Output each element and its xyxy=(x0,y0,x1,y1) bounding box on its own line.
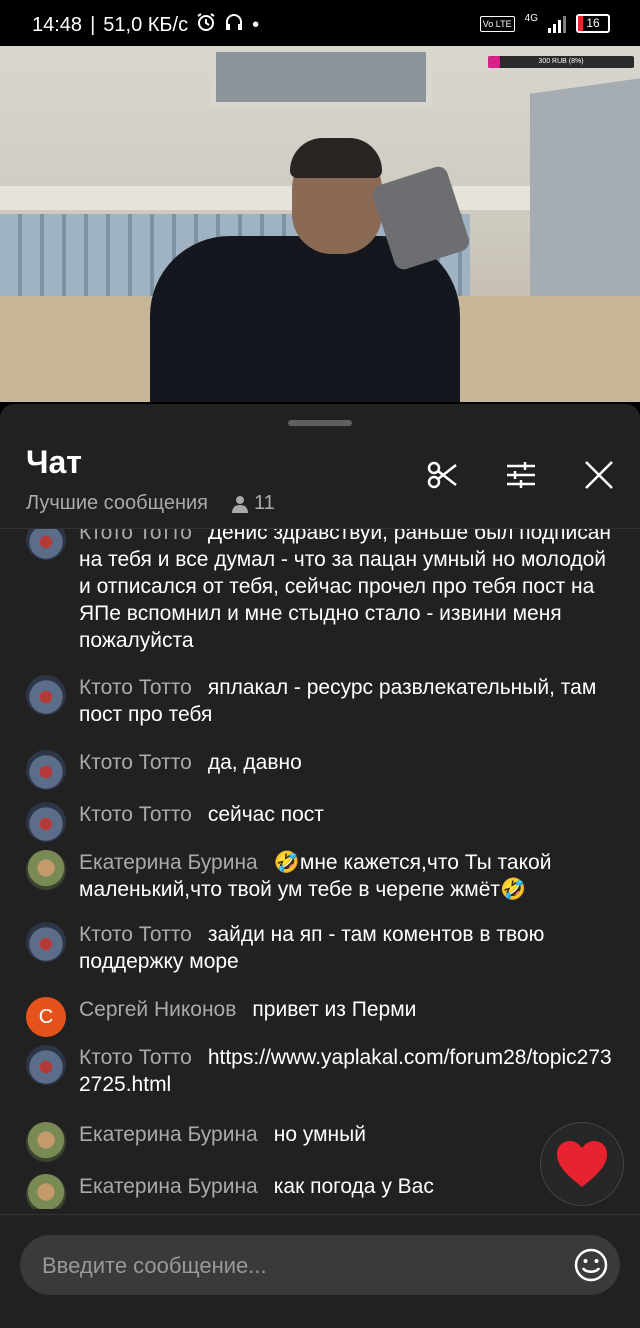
avatar[interactable] xyxy=(26,922,66,962)
message-text: да, давно xyxy=(207,751,302,774)
message-text: сейчас пост xyxy=(207,803,324,826)
message-author[interactable]: Екатерина Бурина xyxy=(79,1175,258,1198)
chat-message[interactable]: Ктото Тотто яплакал - ресурс развлекатель… xyxy=(26,674,626,728)
heart-reaction-button[interactable] xyxy=(540,1122,624,1206)
status-right: Vo LTE 4G 16 xyxy=(479,13,610,33)
message-body: Ктото Тотто https://www.yaplakal.com/foru… xyxy=(79,1044,619,1098)
viewer-count: 11 xyxy=(232,492,275,515)
chat-filter[interactable]: Лучшие сообщения 11 xyxy=(26,492,275,515)
message-body: Екатерина Бурина как погода у Вас xyxy=(79,1173,619,1209)
avatar[interactable] xyxy=(26,1174,66,1209)
chat-message[interactable]: Екатерина Бурина как погода у Вас xyxy=(26,1173,626,1209)
avatar[interactable] xyxy=(26,529,66,560)
message-input-wrapper[interactable] xyxy=(20,1235,620,1297)
message-author[interactable]: Ктото Тотто xyxy=(79,803,192,826)
avatar[interactable] xyxy=(26,1045,66,1085)
notification-dot-icon: • xyxy=(252,13,260,36)
avatar[interactable] xyxy=(26,1122,66,1162)
message-text: но умный xyxy=(273,1123,366,1146)
status-separator: | xyxy=(90,13,96,36)
tune-icon[interactable] xyxy=(502,456,540,494)
viewer-count-value: 11 xyxy=(254,492,275,514)
message-body: Ктото Тотто да, давно xyxy=(79,749,619,790)
signal-icon xyxy=(548,15,566,33)
chat-message[interactable]: Ктото Тотто https://www.yaplakal.com/foru… xyxy=(26,1044,626,1098)
chat-message-list[interactable]: Ктото Тотто Денис здравствуй, раньше был … xyxy=(0,529,640,1209)
message-author[interactable]: Ктото Тотто xyxy=(79,923,192,946)
network-speed: 51,0 КБ/с xyxy=(103,13,189,36)
message-body: Ктото Тотто яплакал - ресурс развлекатель… xyxy=(79,674,619,728)
message-author[interactable]: Ктото Тотто xyxy=(79,676,192,699)
close-icon[interactable] xyxy=(580,456,618,494)
alarm-icon xyxy=(196,12,216,38)
message-author[interactable]: Екатерина Бурина xyxy=(79,851,258,874)
drag-handle[interactable] xyxy=(288,420,352,426)
message-body: Екатерина Бурина но умный xyxy=(79,1121,619,1162)
message-author[interactable]: Ктото Тотто xyxy=(79,751,192,774)
avatar[interactable] xyxy=(26,750,66,790)
message-body: Сергей Никонов привет из Перми xyxy=(79,996,619,1037)
chat-message[interactable]: Ктото Тотто сейчас пост xyxy=(26,801,626,842)
chat-message[interactable]: С Сергей Никонов привет из Перми xyxy=(26,996,626,1037)
status-left: 14:48 | 51,0 КБ/с • xyxy=(32,12,259,38)
message-text: как погода у Вас xyxy=(273,1175,434,1198)
status-bar: 14:48 | 51,0 КБ/с • Vo LTE 4G 16 xyxy=(0,0,640,46)
chat-title: Чат xyxy=(26,444,82,480)
message-composer xyxy=(0,1214,640,1328)
message-author[interactable]: Екатерина Бурина xyxy=(79,1123,258,1146)
heart-icon xyxy=(557,1141,607,1187)
scissors-icon[interactable] xyxy=(424,456,462,494)
headphones-icon xyxy=(224,12,244,38)
person-icon xyxy=(232,495,248,513)
avatar[interactable]: С xyxy=(26,997,66,1037)
clock: 14:48 xyxy=(32,13,83,36)
chat-message[interactable]: Ктото Тотто да, давно xyxy=(26,749,626,790)
donation-progress-fill xyxy=(488,56,500,68)
network-type: 4G xyxy=(524,13,538,24)
message-text: Денис здравствуй, раньше был подписан на… xyxy=(79,529,611,652)
battery-level xyxy=(578,16,583,31)
chat-filter-label[interactable]: Лучшие сообщения xyxy=(26,492,208,515)
emoji-icon[interactable] xyxy=(572,1246,610,1284)
message-body: Екатерина Бурина 🤣мне кажется,что Ты тако… xyxy=(79,849,619,903)
battery-icon: 16 xyxy=(576,14,610,33)
message-body: Ктото Тотто сейчас пост xyxy=(79,801,619,842)
volte-icon: Vo LTE xyxy=(479,15,515,32)
chat-message[interactable]: Ктото Тотто Денис здравствуй, раньше был … xyxy=(26,529,626,654)
chat-message[interactable]: Екатерина Бурина 🤣мне кажется,что Ты тако… xyxy=(26,849,626,903)
battery-percent: 16 xyxy=(586,16,600,30)
avatar[interactable] xyxy=(26,850,66,890)
chat-panel: Чат Лучшие сообщения 11 Ктото Тотто Денис… xyxy=(0,404,640,1328)
message-body: Ктото Тотто Денис здравствуй, раньше был … xyxy=(79,529,619,654)
chat-message[interactable]: Ктото Тотто зайди на яп - там коментов в … xyxy=(26,921,626,975)
video-person-hair xyxy=(290,138,382,178)
message-input[interactable] xyxy=(40,1235,564,1297)
video-player[interactable]: 300 RUB (8%) xyxy=(0,46,640,402)
chat-header-actions xyxy=(424,456,618,494)
donation-goal-widget: 300 RUB (8%) xyxy=(488,54,634,76)
message-author[interactable]: Ктото Тотто xyxy=(79,1046,192,1069)
video-window xyxy=(210,46,432,108)
message-body: Ктото Тотто зайди на яп - там коментов в … xyxy=(79,921,619,975)
message-author[interactable]: Сергей Никонов xyxy=(79,998,236,1021)
donation-progress-bar: 300 RUB (8%) xyxy=(488,56,634,68)
avatar[interactable] xyxy=(26,675,66,715)
chat-message[interactable]: Екатерина Бурина но умный xyxy=(26,1121,626,1162)
donation-text: 300 RUB (8%) xyxy=(538,58,584,65)
message-author[interactable]: Ктото Тотто xyxy=(79,529,192,544)
message-text: привет из Перми xyxy=(252,998,417,1021)
avatar[interactable] xyxy=(26,802,66,842)
